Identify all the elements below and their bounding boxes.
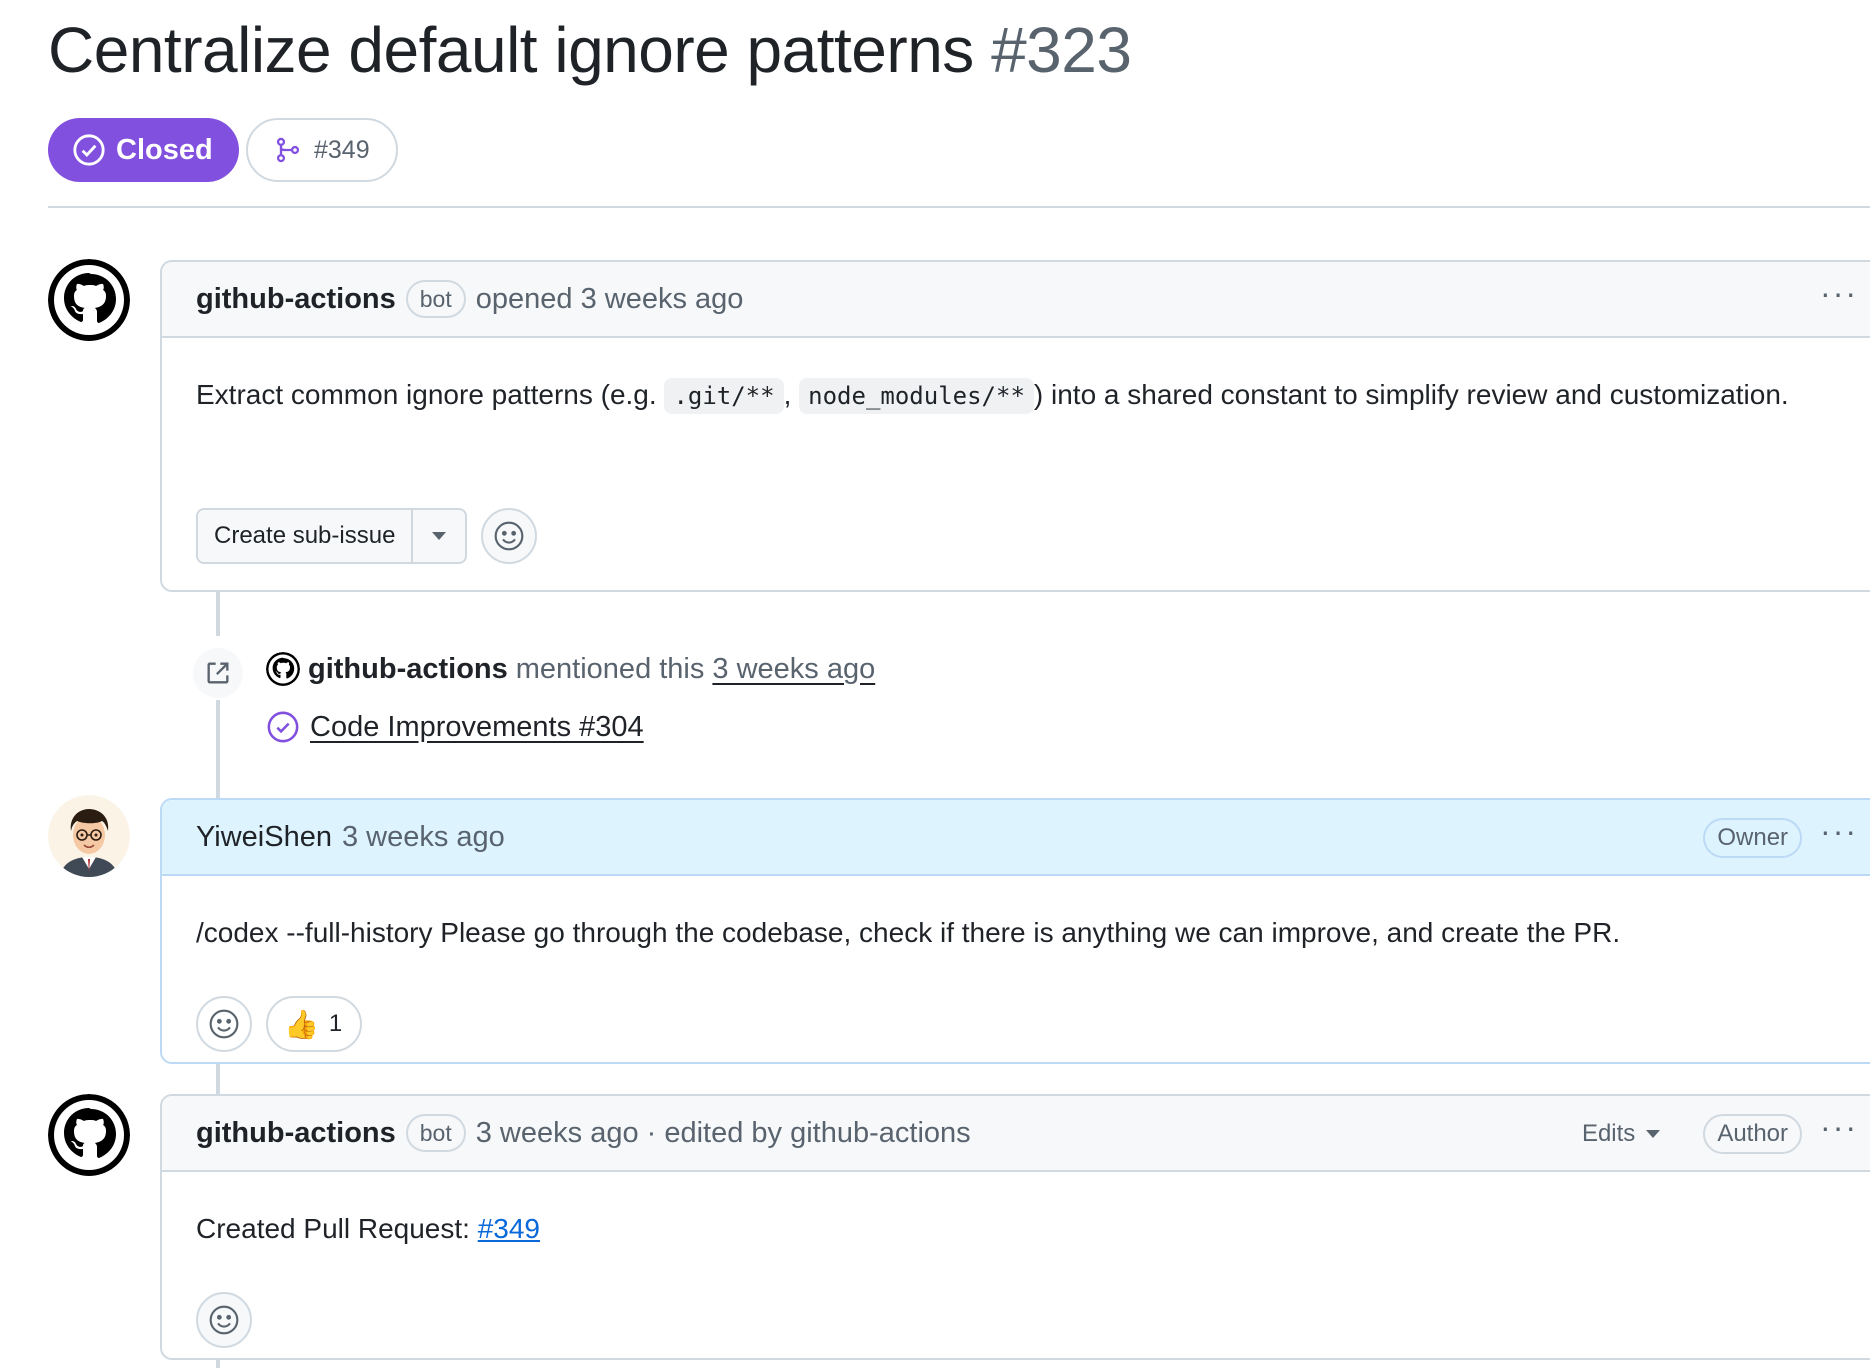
comment-header-actions: ··· [1820,262,1858,338]
avatar[interactable] [48,1094,130,1176]
github-octocat-icon [266,652,300,686]
issue-page: Centralize default ignore patterns #323 … [0,0,1870,1368]
bot-tag: bot [405,1114,466,1152]
state-label: Closed [116,133,213,166]
owner-comment: YiweiShen 3 weeks ago Owner ··· /codex -… [160,798,1870,1064]
issue-title-text: Centralize default ignore patterns [48,14,974,86]
comment-author[interactable]: github-actions [196,283,396,316]
closed-check-icon [267,711,299,743]
comment-text: Created Pull Request: [196,1213,470,1244]
referenced-issue-link[interactable]: Code Improvements #304 [310,711,644,744]
timeline-line [216,592,220,636]
comment-body: /codex --full-history Please go through … [162,876,1870,982]
body-text-start: Extract common ignore patterns (e.g. [196,379,657,410]
create-sub-issue-label[interactable]: Create sub-issue [198,510,414,562]
comment-actions: 👍 1 [162,982,1870,1052]
smiley-icon [495,521,524,551]
comment-header: github-actions bot opened 3 weeks ago ··… [162,262,1870,338]
timeline-line [216,700,220,798]
kebab-icon[interactable]: ··· [1820,1111,1858,1157]
body-comma: , [783,379,792,410]
avatar[interactable] [48,259,130,341]
issue-title: Centralize default ignore patterns #323 [48,14,1132,86]
mini-avatar[interactable] [266,652,300,686]
body-text-end: ) into a shared constant to simplify rev… [1033,379,1789,410]
pull-request-link[interactable]: #349 [478,1213,540,1244]
cross-reference-icon [193,648,243,698]
comment-meta[interactable]: opened 3 weeks ago [476,283,744,316]
mention-actor[interactable]: github-actions [308,653,508,686]
kebab-icon[interactable]: ··· [1820,815,1858,861]
code-git-pattern: .git/** [664,378,784,414]
triangle-down-icon [1646,1130,1661,1138]
github-octocat-icon [48,259,130,341]
smiley-icon [209,1305,239,1335]
pull-request-icon [276,137,300,163]
linked-pr-badge[interactable]: #349 [246,118,398,182]
thumbs-up-icon: 👍 [284,1008,319,1040]
mention-time[interactable]: 3 weeks ago [712,653,875,686]
issue-body-comment: github-actions bot opened 3 weeks ago ··… [160,260,1870,592]
author-tag: Author [1703,1114,1803,1154]
header-divider [48,206,1870,208]
add-reaction-button[interactable] [196,1292,252,1348]
comment-header-actions: Owner ··· [1703,800,1858,876]
comment-author[interactable]: github-actions [196,1117,396,1150]
create-sub-issue-button[interactable]: Create sub-issue [196,508,468,564]
bot-tag: bot [405,280,466,318]
github-octocat-icon [48,1094,130,1176]
edits-label: Edits [1581,1120,1636,1147]
smiley-icon [209,1009,239,1039]
triangle-down-icon[interactable] [413,510,465,562]
comment-header-actions: Edits Author ··· [1582,1096,1858,1172]
timeline-line [216,1062,220,1096]
comment-body: Created Pull Request: #349 [162,1172,1870,1278]
comment-actions [162,1278,1870,1348]
mention-reference: Code Improvements #304 [266,710,644,744]
issue-number: #323 [991,14,1132,86]
add-reaction-button[interactable] [481,508,538,564]
add-reaction-button[interactable] [196,996,252,1052]
thumbs-up-reaction[interactable]: 👍 1 [266,996,363,1052]
comment-body: Extract common ignore patterns (e.g. .gi… [162,338,1870,508]
code-node-modules-pattern: node_modules/** [799,378,1034,414]
closed-check-icon [73,134,105,166]
comment-actions: Create sub-issue [162,508,1870,564]
bot-pr-comment: github-actions bot 3 weeks ago · edited … [160,1094,1870,1360]
kebab-icon[interactable]: ··· [1820,277,1858,323]
comment-meta[interactable]: 3 weeks ago [342,821,505,854]
linked-pr-number: #349 [314,135,370,164]
mention-event: github-actions mentioned this 3 weeks ag… [266,652,875,686]
comment-header: github-actions bot 3 weeks ago · edited … [162,1096,1870,1172]
avatar[interactable] [48,795,130,877]
reaction-count: 1 [328,1010,343,1037]
comment-author[interactable]: YiweiShen [196,821,332,854]
mention-action: mentioned this [515,652,705,685]
comment-meta[interactable]: 3 weeks ago · edited by github-actions [476,1117,971,1150]
owner-tag: Owner [1703,818,1803,858]
state-badge: Closed [48,118,239,182]
comment-header: YiweiShen 3 weeks ago Owner ··· [162,800,1870,876]
edits-dropdown[interactable]: Edits [1582,1120,1661,1148]
comment-text: /codex --full-history Please go through … [196,917,1621,948]
user-avatar-icon [48,795,130,877]
